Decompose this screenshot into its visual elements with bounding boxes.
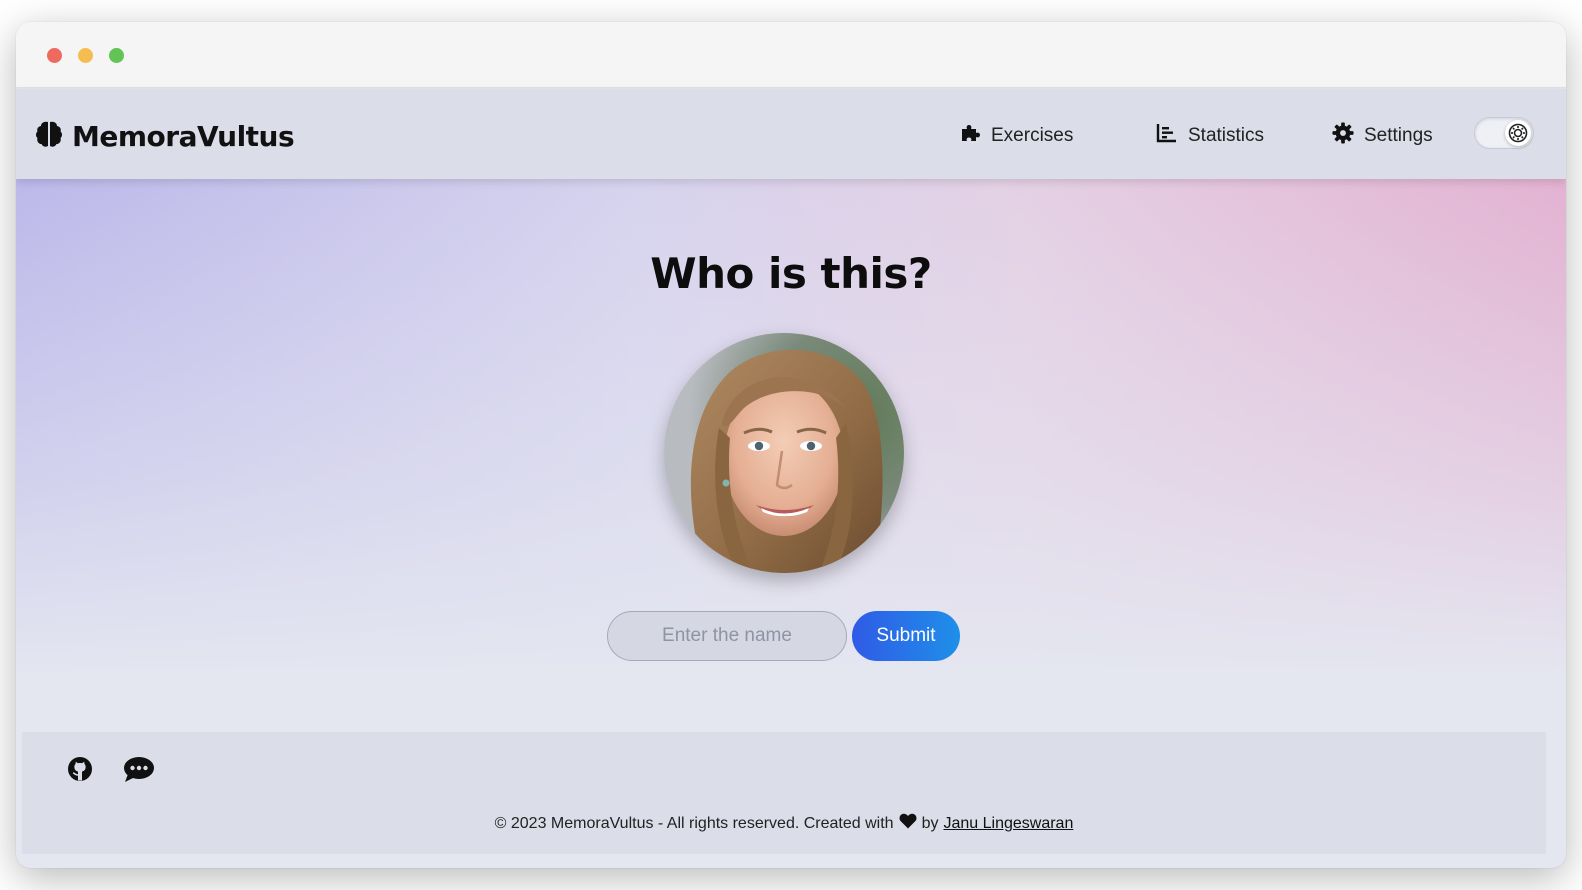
window-titlebar bbox=[16, 22, 1566, 88]
gear-icon bbox=[1332, 122, 1354, 150]
name-input[interactable] bbox=[607, 611, 847, 661]
heart-icon bbox=[899, 813, 917, 834]
nav-statistics[interactable]: Statistics bbox=[1156, 122, 1264, 150]
close-window-button[interactable] bbox=[47, 48, 62, 63]
nav-settings[interactable]: Settings bbox=[1332, 122, 1433, 150]
by-text: by bbox=[921, 814, 939, 832]
copyright-notice: © 2023 MemoraVultus - All rights reserve… bbox=[22, 813, 1546, 834]
nav-exercises-label: Exercises bbox=[991, 125, 1074, 146]
nav-exercises[interactable]: Exercises bbox=[959, 122, 1073, 150]
author-link[interactable]: Janu Lingeswaran bbox=[943, 815, 1073, 833]
theme-toggle[interactable] bbox=[1474, 117, 1534, 149]
minimize-window-button[interactable] bbox=[78, 48, 93, 63]
nav-statistics-label: Statistics bbox=[1188, 125, 1265, 146]
nav-settings-label: Settings bbox=[1364, 125, 1433, 146]
exercise-area: Who is this? Enter the name Submit bbox=[16, 179, 1566, 732]
chat-bubble-icon[interactable] bbox=[123, 756, 155, 789]
submit-button[interactable]: Submit bbox=[852, 611, 960, 661]
sun-icon bbox=[1505, 120, 1531, 146]
face-photo bbox=[664, 333, 904, 573]
puzzle-icon bbox=[959, 122, 981, 150]
footer: © 2023 MemoraVultus - All rights reserve… bbox=[22, 732, 1546, 854]
bar-chart-icon bbox=[1156, 122, 1178, 150]
brand-title: MemoraVultus bbox=[72, 120, 295, 153]
copyright-text: © 2023 MemoraVultus - All rights reserve… bbox=[494, 814, 894, 832]
navbar: MemoraVultus Exercises Statistics Settin… bbox=[16, 89, 1566, 179]
brain-icon bbox=[34, 119, 64, 154]
browser-window: MemoraVultus Exercises Statistics Settin… bbox=[16, 22, 1566, 868]
github-icon[interactable] bbox=[67, 756, 93, 787]
page-title: Who is this? bbox=[650, 249, 932, 298]
brand-link[interactable]: MemoraVultus bbox=[34, 119, 295, 154]
maximize-window-button[interactable] bbox=[109, 48, 124, 63]
